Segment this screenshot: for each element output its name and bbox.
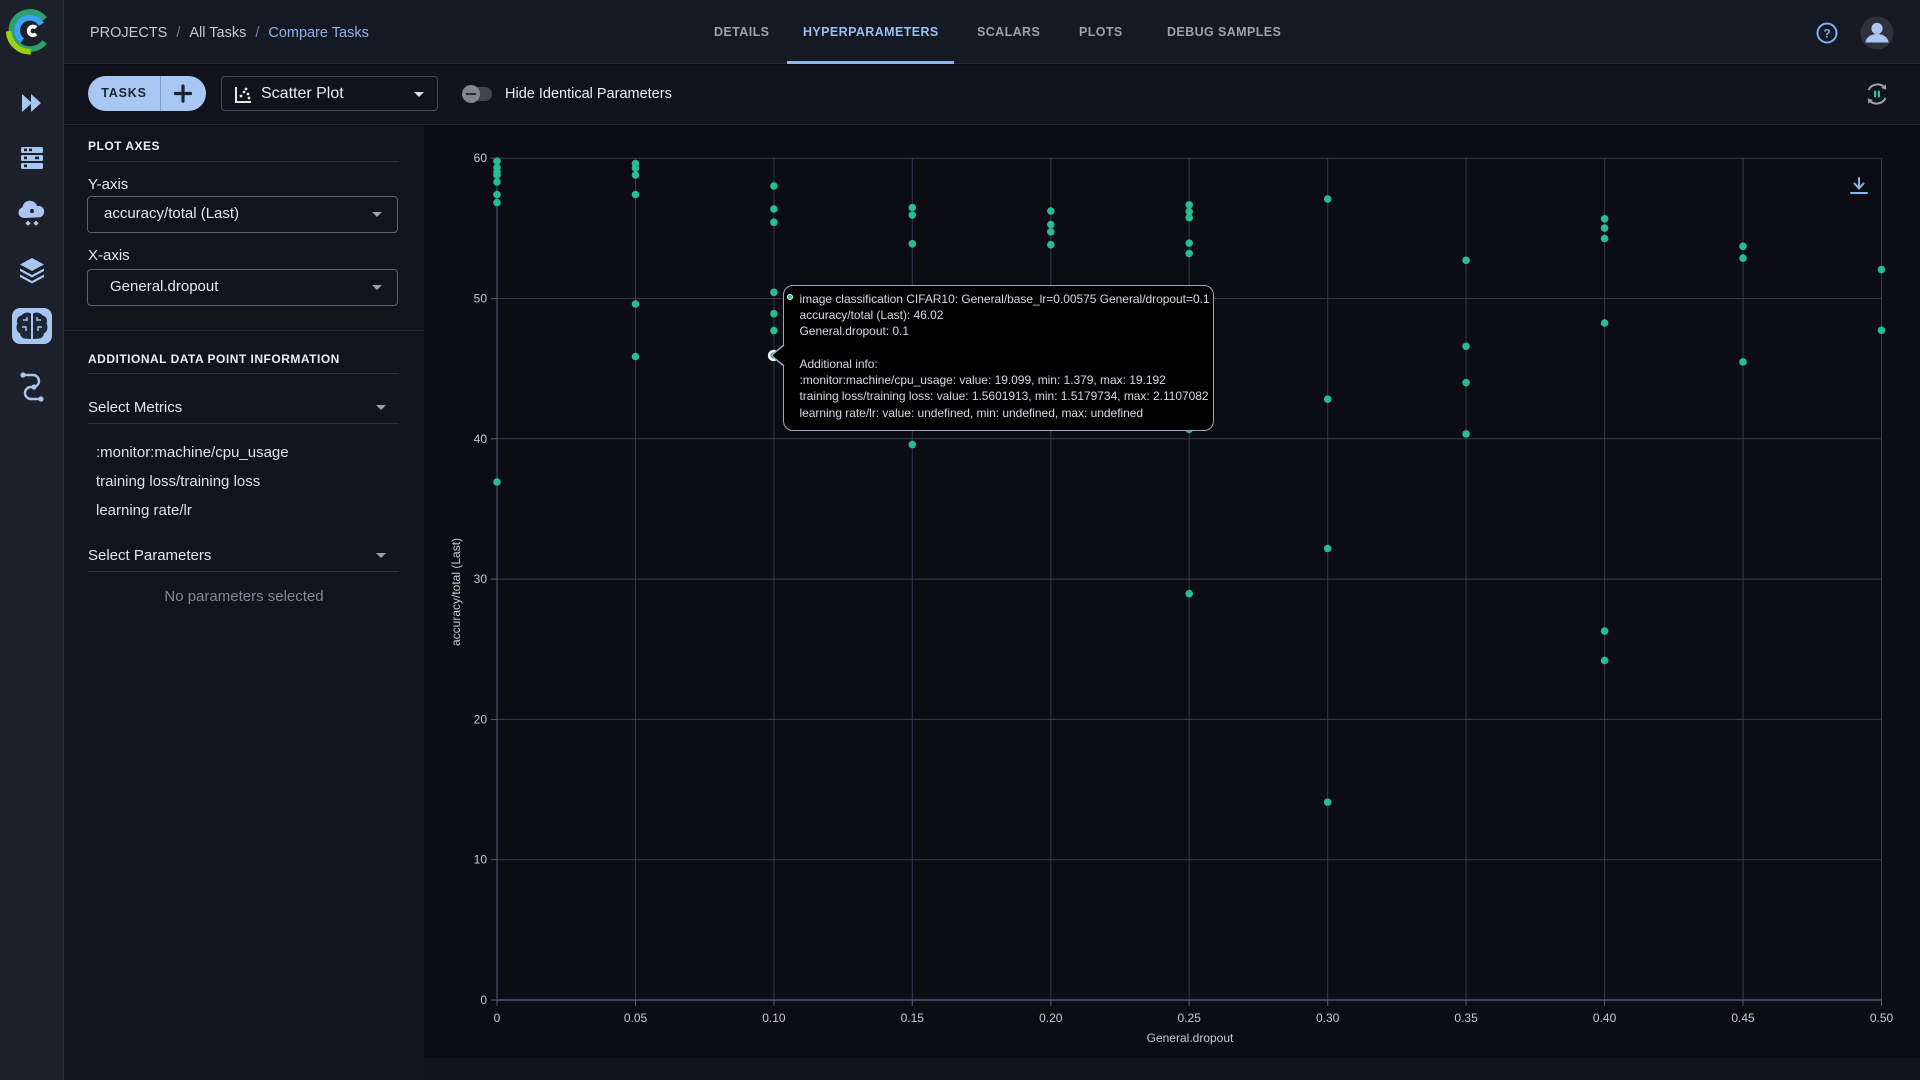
svg-text:0.30: 0.30 bbox=[1316, 1011, 1340, 1025]
svg-text:0.50: 0.50 bbox=[1870, 1011, 1894, 1025]
svg-text:20: 20 bbox=[474, 712, 488, 726]
svg-text:10: 10 bbox=[474, 853, 488, 867]
svg-text:0.05: 0.05 bbox=[624, 1011, 648, 1025]
svg-text:accuracy/total (Last): accuracy/total (Last) bbox=[449, 538, 463, 646]
svg-text:0.25: 0.25 bbox=[1178, 1011, 1202, 1025]
svg-text:60: 60 bbox=[474, 151, 488, 165]
svg-text:0: 0 bbox=[494, 1011, 501, 1025]
svg-text:0.35: 0.35 bbox=[1454, 1011, 1478, 1025]
svg-text:0.40: 0.40 bbox=[1593, 1011, 1617, 1025]
svg-text:0.20: 0.20 bbox=[1039, 1011, 1063, 1025]
svg-text:40: 40 bbox=[474, 432, 488, 446]
svg-text:0.45: 0.45 bbox=[1731, 1011, 1755, 1025]
svg-text:?: ? bbox=[1823, 27, 1830, 41]
svg-text:0.15: 0.15 bbox=[901, 1011, 925, 1025]
svg-text:0.10: 0.10 bbox=[762, 1011, 786, 1025]
svg-text:50: 50 bbox=[474, 292, 488, 306]
svg-text:0: 0 bbox=[480, 993, 487, 1007]
svg-text:30: 30 bbox=[474, 572, 488, 586]
svg-text:General.dropout: General.dropout bbox=[1147, 1031, 1234, 1045]
